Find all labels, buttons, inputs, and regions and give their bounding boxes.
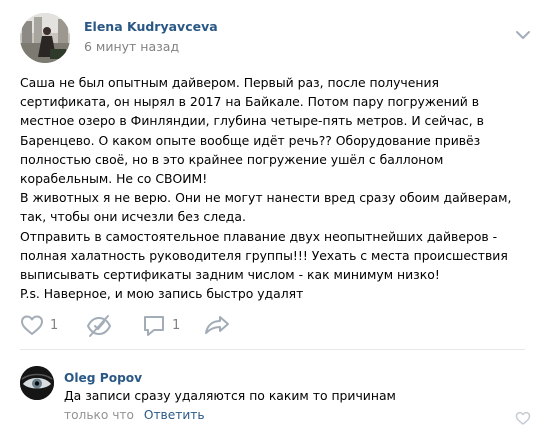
post-time[interactable]: 6 минут назад — [84, 39, 179, 54]
comment-text: Да записи сразу удаляются по каким то пр… — [64, 388, 396, 403]
eye-crossed-icon — [87, 315, 111, 337]
post-text: Саша не был опытным дайвером. Первый раз… — [20, 73, 532, 303]
comment-author[interactable]: Oleg Popov — [64, 371, 142, 385]
author-avatar[interactable] — [20, 13, 70, 63]
like-count: 1 — [50, 318, 59, 333]
chevron-down-icon — [516, 31, 530, 39]
post-paragraph: Отправить в самостоятельное плавание дву… — [20, 228, 508, 283]
like-button[interactable]: 1 — [20, 312, 60, 340]
post-paragraph: Саша не был опытным дайвером. Первый раз… — [20, 75, 484, 187]
views-button[interactable] — [86, 312, 114, 340]
share-arrow-icon — [205, 316, 229, 334]
comment-count: 1 — [172, 318, 181, 333]
more-button[interactable] — [515, 26, 531, 39]
author-photo — [20, 13, 70, 63]
post-paragraph: P.s. Наверное, и мою запись быстро удаля… — [20, 286, 304, 302]
comment-item: Oleg Popov Да записи сразу удаляются по … — [0, 352, 545, 432]
heart-outline-icon — [515, 411, 531, 425]
commenter-photo — [20, 366, 54, 400]
heart-outline-icon — [21, 315, 43, 335]
comment-button[interactable]: 1 — [142, 312, 182, 340]
speech-bubble-icon — [144, 316, 164, 336]
post-header: Elena Kudryavceva 6 минут назад — [0, 0, 545, 70]
comment-like-button[interactable] — [515, 410, 531, 425]
author-name[interactable]: Elena Kudryavceva — [84, 19, 218, 34]
divider — [20, 349, 525, 350]
comment-time[interactable]: только что — [64, 408, 134, 422]
share-button[interactable] — [204, 312, 230, 340]
post-paragraph: В животных я не верю. Они не могут нанес… — [20, 190, 512, 225]
post-actions: 1 1 — [0, 312, 545, 342]
reply-link[interactable]: Ответить — [144, 408, 205, 422]
comment-meta: только что Ответить — [64, 408, 205, 422]
comment-avatar[interactable] — [20, 366, 54, 400]
